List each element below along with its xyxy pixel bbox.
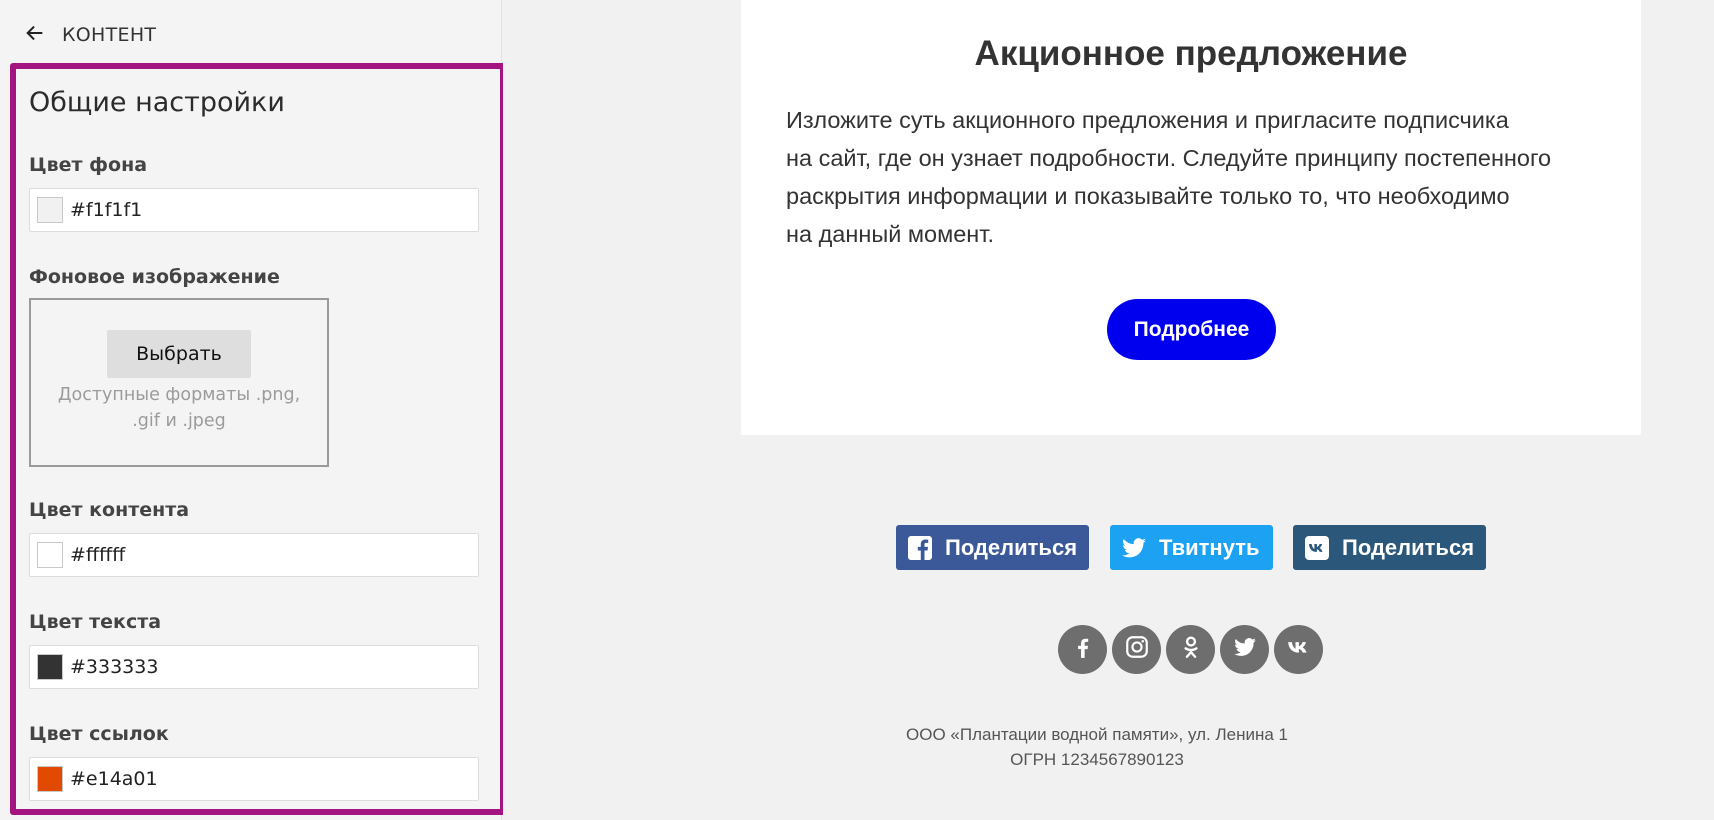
image-formats-hint: Доступные форматы .png, .gif и .jpeg [41, 382, 317, 434]
back-to-content-button[interactable]: КОНТЕНТ [24, 20, 156, 50]
footer-address: ООО «Плантации водной памяти», ул. Ленин… [906, 725, 1288, 744]
twitter-icon [1121, 535, 1147, 561]
link-color-label: Цвет ссылок [29, 723, 169, 745]
settings-sidebar: КОНТЕНТ Общие настройки Цвет фона #f1f1f… [0, 0, 506, 820]
text-color-label: Цвет текста [29, 611, 162, 633]
promo-title: Акционное предложение [974, 34, 1408, 73]
bg-image-dropzone[interactable]: Выбрать Доступные форматы .png, .gif и .… [29, 298, 329, 467]
content-color-input[interactable]: #ffffff [29, 533, 479, 577]
section-title: Общие настройки [29, 87, 285, 118]
bg-color-value: #f1f1f1 [70, 199, 143, 221]
content-color-swatch[interactable] [37, 542, 63, 568]
vk-icon [1286, 634, 1312, 665]
instagram-link[interactable] [1112, 625, 1161, 674]
twitter-icon [1232, 634, 1258, 665]
facebook-icon [1070, 634, 1096, 665]
arrow-left-icon [24, 22, 46, 49]
facebook-icon [907, 535, 933, 561]
link-color-input[interactable]: #e14a01 [29, 757, 479, 801]
general-settings-panel: Общие настройки Цвет фона #f1f1f1 Фоново… [10, 63, 506, 815]
promo-text-line: на данный момент. [786, 221, 994, 247]
back-label: КОНТЕНТ [62, 24, 157, 46]
facebook-share-button[interactable]: Поделиться [896, 525, 1089, 570]
vk-share-button[interactable]: Поделиться [1293, 525, 1486, 570]
promo-text: Изложите суть акционного предложения и п… [786, 101, 1606, 253]
image-formats-line1: Доступные форматы .png, [57, 385, 301, 405]
instagram-icon [1124, 634, 1150, 665]
vk-icon [1304, 535, 1330, 561]
twitter-share-label: Твитнуть [1159, 534, 1260, 560]
content-block[interactable]: Акционное предложение Изложите суть акци… [741, 0, 1641, 435]
choose-image-button[interactable]: Выбрать [107, 330, 251, 378]
content-color-value: #ffffff [70, 544, 126, 566]
link-color-value: #e14a01 [70, 768, 158, 790]
facebook-link[interactable] [1058, 625, 1107, 674]
email-preview: Акционное предложение Изложите суть акци… [503, 0, 1714, 820]
vk-share-label: Поделиться [1342, 534, 1475, 560]
promo-text-line: Изложите суть акционного предложения и п… [786, 107, 1509, 133]
facebook-share-label: Поделиться [945, 534, 1078, 560]
image-formats-line2: .gif и .jpeg [132, 411, 226, 431]
twitter-link[interactable] [1220, 625, 1269, 674]
odnoklassniki-link[interactable] [1166, 625, 1215, 674]
twitter-share-button[interactable]: Твитнуть [1110, 525, 1273, 570]
bg-color-label: Цвет фона [29, 154, 148, 176]
link-color-swatch[interactable] [37, 766, 63, 792]
content-color-label: Цвет контента [29, 499, 190, 521]
more-details-button[interactable]: Подробнее [1107, 299, 1276, 360]
promo-text-line: раскрытия информации и показывайте тольк… [786, 183, 1510, 209]
text-color-value: #333333 [70, 656, 159, 678]
text-color-swatch[interactable] [37, 654, 63, 680]
vk-link[interactable] [1274, 625, 1323, 674]
bg-image-label: Фоновое изображение [29, 266, 280, 288]
footer-ogrn: ОГРН 1234567890123 [1010, 750, 1184, 769]
promo-text-line: на сайт, где он узнает подробности. След… [786, 145, 1552, 171]
bg-color-swatch[interactable] [37, 197, 63, 223]
text-color-input[interactable]: #333333 [29, 645, 479, 689]
odnoklassniki-icon [1178, 634, 1204, 665]
bg-color-input[interactable]: #f1f1f1 [29, 188, 479, 232]
